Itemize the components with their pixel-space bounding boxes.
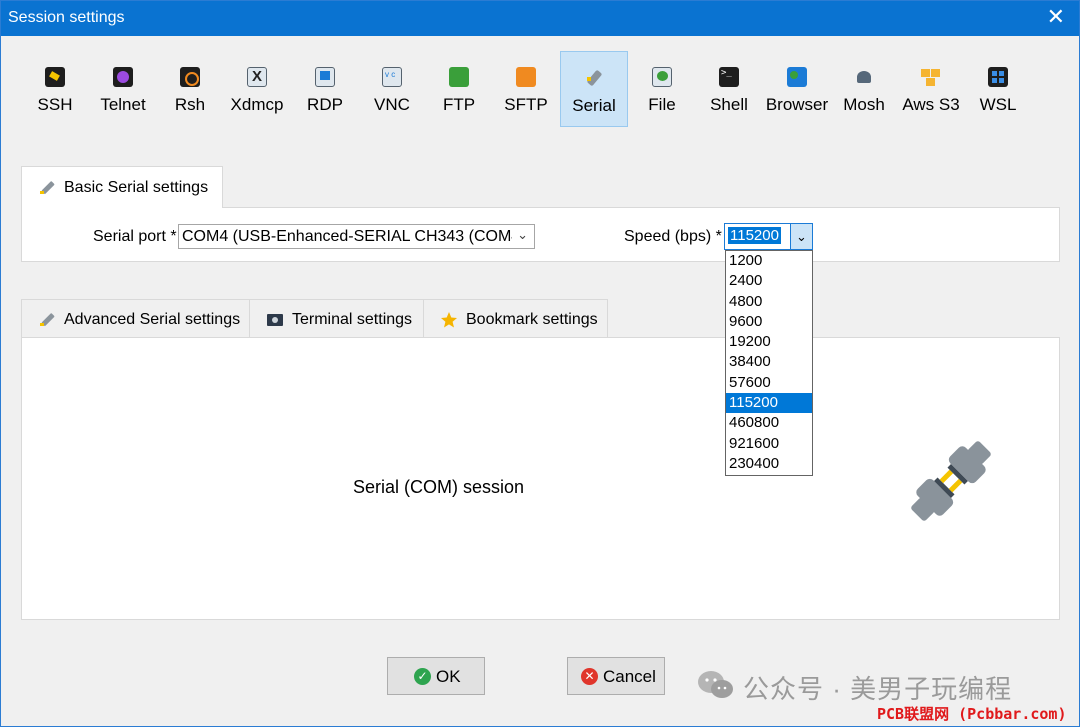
serial-icon [584,68,604,88]
speed-label: Speed (bps) * [624,228,722,245]
session-type-ssh[interactable]: SSH [21,51,89,127]
serial-port-value: COM4 (USB-Enhanced-SERIAL CH343 (COM4 [182,228,512,245]
tab-terminal-settings[interactable]: Terminal settings [249,299,424,338]
xdmcp-icon [247,67,267,87]
session-type-label: FTP [442,95,476,114]
session-type-label: Serial [572,96,616,115]
mosh-icon [854,67,874,87]
session-type-label: Rsh [174,95,206,114]
chevron-down-icon: ⌄ [517,227,528,242]
rsh-icon [180,67,200,87]
tab-bookmark-settings[interactable]: Bookmark settings [423,299,608,338]
speed-option[interactable]: 460800 [726,413,812,433]
session-type-label: Aws S3 [902,95,960,114]
session-type-vnc[interactable]: VNC [359,51,425,127]
session-type-telnet[interactable]: Telnet [89,51,157,127]
session-type-browser[interactable]: Browser [763,51,831,127]
ssh-icon [45,67,65,87]
window-title: Session settings [8,9,125,26]
speed-option[interactable]: 9600 [726,312,812,332]
chevron-down-icon[interactable]: ⌄ [790,224,812,249]
ok-button[interactable]: ✓ OK [387,657,485,695]
cancel-button-label: Cancel [603,667,656,686]
speed-select[interactable]: 115200 ⌄ [724,223,813,250]
checkmark-icon: ✓ [414,668,431,685]
session-type-ftp[interactable]: FTP [425,51,493,127]
wechat-logo-icon [698,671,733,698]
speed-option[interactable]: 921600 [726,434,812,454]
speed-option[interactable]: 4800 [726,292,812,312]
ftp-icon [449,67,469,87]
cancel-icon: ✕ [581,668,598,685]
session-type-toolbar: SSH Telnet Rsh Xdmcp RDP VNC FTP SFTP [21,51,1031,129]
session-type-description: Serial (COM) session [353,477,525,497]
aws-s3-icon [921,67,941,87]
session-type-sftp[interactable]: SFTP [493,51,559,127]
speed-option[interactable]: 57600 [726,373,812,393]
tab-label: Advanced Serial settings [64,311,241,328]
session-type-label: Mosh [843,95,885,114]
watermark-text: 公众号 · 美男子玩编程 [743,674,1013,704]
tab-basic-serial-settings[interactable]: Basic Serial settings [21,166,223,208]
serial-connector-icon [911,441,991,521]
star-icon [441,312,457,328]
ok-button-label: OK [436,667,461,686]
session-type-label: File [648,95,676,114]
rdp-icon [315,67,335,87]
serial-port-select[interactable]: COM4 (USB-Enhanced-SERIAL CH343 (COM4 ⌄ [178,224,535,249]
session-type-wsl[interactable]: WSL [965,51,1031,127]
title-bar: Session settings ✕ [1,1,1079,36]
browser-icon [787,67,807,87]
file-icon [652,67,672,87]
speed-option[interactable]: 19200 [726,332,812,352]
tab-label: Bookmark settings [466,311,598,328]
terminal-icon [267,314,283,326]
session-settings-dialog: Session settings ✕ SSH Telnet Rsh Xdmcp … [0,0,1080,727]
session-type-aws-s3[interactable]: Aws S3 [897,51,965,127]
session-type-xdmcp[interactable]: Xdmcp [223,51,291,127]
session-type-label: WSL [979,95,1017,114]
speed-option[interactable]: 1200 [726,251,812,271]
session-type-rsh[interactable]: Rsh [157,51,223,127]
vnc-icon [382,67,402,87]
speed-value: 115200 [728,227,781,244]
wsl-icon [988,67,1008,87]
tab-advanced-serial-settings[interactable]: Advanced Serial settings [21,299,250,338]
session-type-label: SFTP [504,95,548,114]
session-type-label: VNC [374,95,410,114]
serial-plug-icon [40,313,55,326]
close-icon[interactable]: ✕ [1047,6,1065,28]
session-type-file[interactable]: File [629,51,695,127]
session-type-label: SSH [37,95,73,114]
session-type-rdp[interactable]: RDP [291,51,359,127]
session-type-serial[interactable]: Serial [560,51,628,127]
speed-option[interactable]: 38400 [726,352,812,372]
cancel-button[interactable]: ✕ Cancel [567,657,665,695]
tab-label: Basic Serial settings [64,179,209,196]
telnet-icon [113,67,133,87]
tab-label: Terminal settings [292,311,413,328]
watermark-site: PCB联盟网 (Pcbbar.com) [877,705,1067,723]
speed-dropdown-list: 1200 2400 4800 9600 19200 38400 57600 11… [725,250,813,476]
session-type-mosh[interactable]: Mosh [831,51,897,127]
serial-plug-icon [40,181,55,194]
basic-settings-panel [21,207,1060,262]
serial-port-label: Serial port * [93,228,177,245]
speed-option[interactable]: 230400 [726,454,812,474]
session-type-label: Shell [710,95,748,114]
session-type-label: RDP [307,95,343,114]
speed-option[interactable]: 2400 [726,271,812,291]
sftp-icon [516,67,536,87]
session-type-shell[interactable]: Shell [695,51,763,127]
shell-icon [719,67,739,87]
session-type-label: Browser [765,95,829,114]
speed-option-selected[interactable]: 115200 [726,393,812,414]
session-type-label: Xdmcp [230,95,284,114]
session-type-label: Telnet [100,95,146,114]
